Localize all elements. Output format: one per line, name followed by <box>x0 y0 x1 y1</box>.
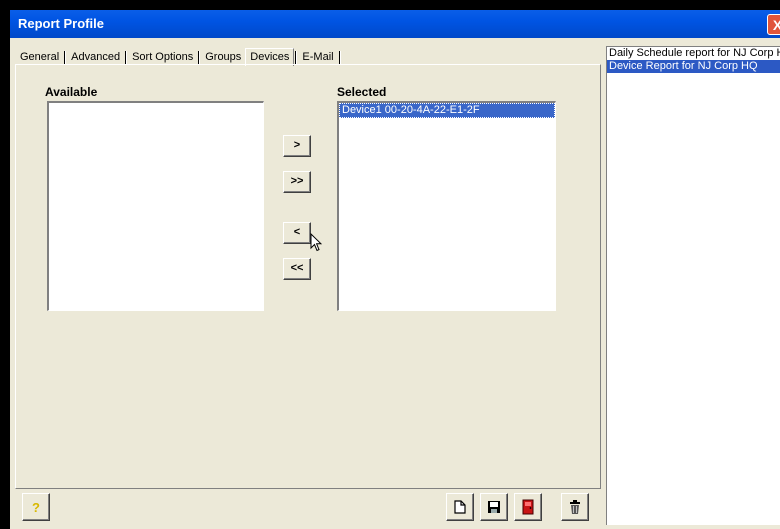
remove-one-button[interactable]: < <box>283 222 311 244</box>
remove-all-button[interactable]: << <box>283 258 311 280</box>
mouse-cursor-icon <box>310 233 322 252</box>
tab-email[interactable]: E-Mail <box>298 49 337 65</box>
window-title: Report Profile <box>18 16 104 31</box>
available-listbox[interactable] <box>47 101 264 311</box>
help-button[interactable]: ? <box>22 493 50 521</box>
title-bar[interactable]: Report Profile X <box>10 10 780 38</box>
tab-strip: General Advanced Sort Options Groups Dev… <box>16 46 342 66</box>
close-icon: X <box>772 17 780 33</box>
tab-divider <box>338 51 341 65</box>
available-label: Available <box>45 85 98 99</box>
tab-divider <box>64 51 67 65</box>
save-icon <box>488 501 500 513</box>
new-document-icon <box>454 500 466 514</box>
report-item-selected[interactable]: Device Report for NJ Corp HQ <box>607 60 780 73</box>
tab-divider <box>125 51 128 65</box>
tab-divider <box>295 51 298 65</box>
report-profile-window: Report Profile X General Advanced Sort O… <box>10 10 780 529</box>
tab-groups[interactable]: Groups <box>201 49 245 65</box>
add-all-button[interactable]: >> <box>283 171 311 193</box>
save-button[interactable] <box>480 493 508 521</box>
devices-panel: Available Selected Device1 00-20-4A-22-E… <box>15 64 601 489</box>
exit-button[interactable] <box>514 493 542 521</box>
help-icon: ? <box>32 499 40 515</box>
new-button[interactable] <box>446 493 474 521</box>
tab-general[interactable]: General <box>16 49 63 65</box>
trash-icon <box>570 499 580 514</box>
selected-label: Selected <box>337 85 387 99</box>
close-button[interactable]: X <box>767 14 780 35</box>
tab-divider <box>198 51 201 65</box>
tab-advanced[interactable]: Advanced <box>67 49 124 65</box>
exit-door-icon <box>522 499 534 515</box>
delete-button[interactable] <box>561 493 589 521</box>
selected-listbox[interactable]: Device1 00-20-4A-22-E1-2F <box>337 101 556 311</box>
tab-sort-options[interactable]: Sort Options <box>128 49 197 65</box>
report-item[interactable]: Daily Schedule report for NJ Corp HQ <box>607 47 780 60</box>
selected-device-item[interactable]: Device1 00-20-4A-22-E1-2F <box>339 103 555 118</box>
add-one-button[interactable]: > <box>283 135 311 157</box>
report-list[interactable]: Daily Schedule report for NJ Corp HQ Dev… <box>606 46 780 525</box>
